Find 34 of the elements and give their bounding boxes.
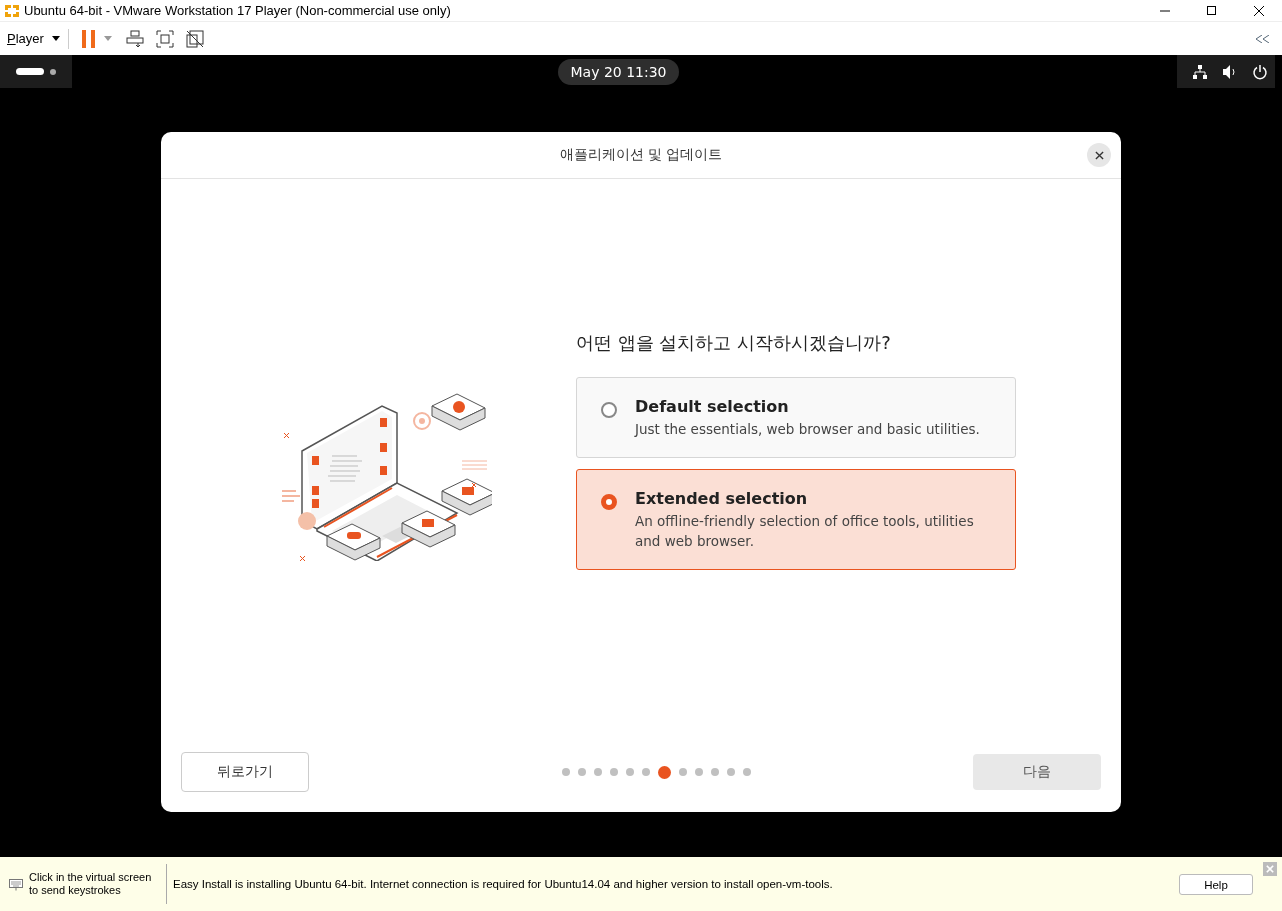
workspace-dot[interactable]	[50, 68, 56, 75]
option-title: Default selection	[635, 396, 790, 416]
workspace-indicator[interactable]	[16, 68, 44, 75]
option-title: Extended selection	[635, 488, 809, 508]
pause-icon[interactable]	[81, 29, 96, 48]
close-button[interactable]	[1087, 143, 1111, 167]
option-description: An offline-friendly selection of office tools, utilities and web browser.	[635, 511, 975, 551]
status-message: Easy Install is installing Ubuntu 64-bit. Internet connection is required for Ubuntu14.04 and higher version to install open-vm-tools.	[173, 878, 833, 890]
dialog-title: 애플리케이션 및 업데이트	[559, 146, 723, 164]
clock[interactable]: May 20 11:30	[558, 58, 679, 85]
selection-option[interactable]: Extended selection An offline-friendly selection of office tools, utilities and web browser.	[576, 468, 1016, 570]
radio-button[interactable]	[601, 401, 617, 418]
app-logo-icon	[4, 2, 20, 19]
keyboard-icon	[9, 877, 23, 891]
network-icon[interactable]	[1192, 64, 1208, 79]
caret-icon[interactable]	[51, 36, 60, 41]
collapse-icon[interactable]	[1256, 34, 1270, 43]
selection-option[interactable]: Default selection Just the essentials, web browser and basic utilities.	[576, 376, 1016, 458]
question: 어떤 앱을 설치하고 시작하시겠습니까?	[576, 330, 892, 355]
close-icon[interactable]	[1094, 150, 1104, 160]
option-description: Just the essentials, web browser and basic utilities.	[635, 419, 980, 439]
status-hint: Click in the virtual screen to send keystrokes	[29, 871, 153, 897]
help-button[interactable]: Help	[1179, 874, 1253, 895]
power-icon[interactable]	[1252, 63, 1268, 80]
next-button[interactable]: 다음	[973, 754, 1101, 790]
back-button[interactable]: 뒤로가기	[181, 752, 309, 792]
radio-button[interactable]	[601, 493, 617, 510]
maximize-icon[interactable]	[1206, 5, 1217, 16]
player-menu[interactable]: Player	[7, 31, 44, 46]
fullscreen-icon[interactable]	[155, 29, 174, 48]
volume-icon[interactable]	[1222, 64, 1238, 79]
network-send-icon[interactable]	[125, 29, 144, 48]
window-title: Ubuntu 64-bit - VMware Workstation 17 Player (Non-commercial use only)	[24, 3, 451, 18]
close-icon[interactable]	[1253, 5, 1264, 16]
